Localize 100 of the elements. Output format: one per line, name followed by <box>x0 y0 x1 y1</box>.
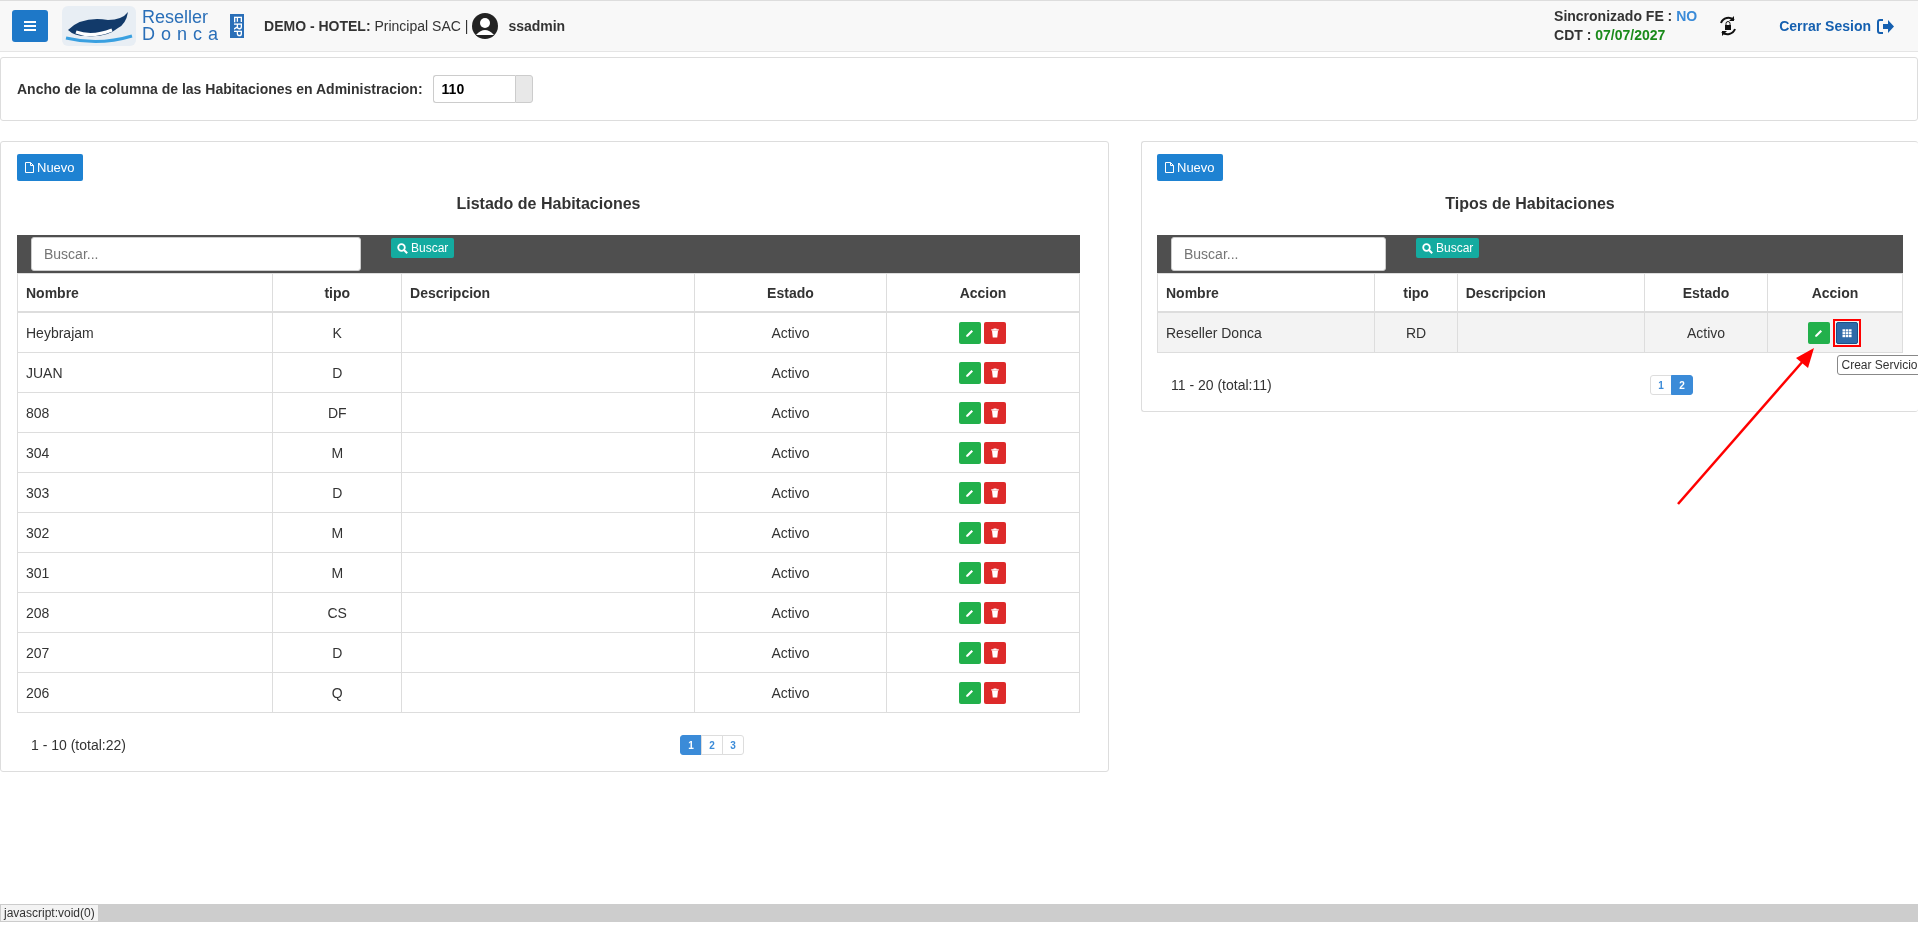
table-cell: Activo <box>694 352 887 393</box>
range-text: 11 - 20 (total:11) <box>1171 377 1273 393</box>
table-cell: M <box>272 432 402 473</box>
delete-button[interactable] <box>984 321 1007 344</box>
page-button[interactable]: 2 <box>1671 375 1693 395</box>
cdt-date: CDT : 07/07/2027 <box>1554 26 1667 45</box>
page-button[interactable]: 1 <box>1650 375 1672 395</box>
delete-button[interactable] <box>984 521 1007 544</box>
horizontal-scrollbar[interactable] <box>98 904 1918 922</box>
menu-button[interactable] <box>12 10 48 42</box>
delete-button[interactable] <box>984 601 1007 624</box>
trash-icon <box>989 366 1002 379</box>
trash-icon <box>989 646 1002 659</box>
search-icon <box>1422 242 1433 254</box>
sync-status: Sincronizado FE : NO <box>1554 7 1698 26</box>
logout-icon <box>1877 18 1894 34</box>
column-width-field[interactable]: 110 <box>432 75 515 103</box>
search-button[interactable]: Buscar <box>391 238 455 258</box>
logo-text: Reseller <box>142 9 210 26</box>
column-header: Nombre <box>17 273 273 312</box>
table-cell: Q <box>272 672 402 713</box>
search-field[interactable]: Buscar... <box>1171 237 1386 271</box>
table-cell: D <box>272 352 402 393</box>
edit-button[interactable] <box>959 561 982 584</box>
delete-button[interactable] <box>984 401 1007 424</box>
table-cell: 808 <box>17 392 273 433</box>
table-cell: M <box>272 552 402 593</box>
table-cell: 301 <box>17 552 273 593</box>
table-cell: M <box>272 512 402 553</box>
table-cell: 302 <box>17 512 273 553</box>
delete-button[interactable] <box>984 361 1007 384</box>
table-cell: K <box>272 312 402 353</box>
delete-button[interactable] <box>984 641 1007 664</box>
delete-button[interactable] <box>984 681 1007 704</box>
table-cell: Heybrajam <box>17 312 273 353</box>
status-url: javascript:void(0) <box>0 904 99 922</box>
table-title: Tipos de Habitaciones <box>1444 195 1616 213</box>
page-button[interactable]: 2 <box>701 735 723 755</box>
page-button[interactable]: 3 <box>722 735 744 755</box>
table-cell: D <box>272 472 402 513</box>
tooltip: Crear Servicio <box>1837 354 1918 375</box>
trash-icon <box>989 326 1002 339</box>
edit-button[interactable] <box>959 401 982 424</box>
delete-button[interactable] <box>984 481 1007 504</box>
page-button[interactable]: 1 <box>680 735 702 755</box>
trash-icon <box>989 526 1002 539</box>
logo-badge: ERP <box>230 13 245 39</box>
range-text: 1 - 10 (total:22) <box>31 737 127 753</box>
table-cell: Activo <box>694 312 887 353</box>
table-title: Listado de Habitaciones <box>455 195 642 213</box>
edit-button[interactable] <box>959 521 982 544</box>
trash-icon <box>989 686 1002 699</box>
delete-button[interactable] <box>984 441 1007 464</box>
trash-icon <box>989 486 1002 499</box>
trash-icon <box>989 406 1002 419</box>
table-cell: 303 <box>17 472 273 513</box>
table-cell: RD <box>1374 312 1458 353</box>
edit-button[interactable] <box>959 361 982 384</box>
table-cell: DF <box>272 392 402 433</box>
table-cell: 207 <box>17 632 273 673</box>
table-cell: Activo <box>694 592 887 633</box>
edit-button[interactable] <box>1808 321 1831 344</box>
edit-button[interactable] <box>959 441 982 464</box>
edit-button[interactable] <box>959 641 982 664</box>
column-width-label: Ancho de la columna de las Habitaciones en Administracion: <box>17 81 423 97</box>
table-cell: Activo <box>694 552 887 593</box>
avatar-icon <box>472 13 499 39</box>
document-icon <box>1165 162 1174 173</box>
logo-text: Donca <box>142 26 225 43</box>
column-header: tipo <box>272 273 402 312</box>
grid-icon <box>1841 326 1854 339</box>
column-header: Descripcion <box>401 273 695 312</box>
trash-icon <box>989 566 1002 579</box>
edit-button[interactable] <box>959 681 982 704</box>
table-cell: 304 <box>17 432 273 473</box>
search-field[interactable]: Buscar... <box>31 237 361 271</box>
table-cell: Activo <box>694 432 887 473</box>
table-cell: Activo <box>694 512 887 553</box>
whale-logo-icon <box>62 6 136 46</box>
table-cell: Activo <box>694 632 887 673</box>
column-header: Estado <box>694 273 887 312</box>
search-icon <box>397 242 408 254</box>
edit-button[interactable] <box>959 601 982 624</box>
delete-button[interactable] <box>984 561 1007 584</box>
edit-button[interactable] <box>959 481 982 504</box>
logout-link[interactable]: Cerrar Sesion <box>1779 18 1894 34</box>
company-text: DEMO - HOTEL: Principal SAC | <box>264 18 469 34</box>
new-button[interactable]: Nuevo <box>17 154 83 181</box>
table-cell: 206 <box>17 672 273 713</box>
table-cell: CS <box>272 592 402 633</box>
table-cell: Activo <box>694 472 887 513</box>
new-button[interactable]: Nuevo <box>1157 154 1223 181</box>
table-cell: Reseller Donca <box>1157 312 1375 353</box>
table-cell: 208 <box>17 592 273 633</box>
edit-button[interactable] <box>959 321 982 344</box>
table-cell: Activo <box>694 672 887 713</box>
table-cell: JUAN <box>17 352 273 393</box>
column-header: Accion <box>886 273 1080 312</box>
table-cell: D <box>272 632 402 673</box>
search-button[interactable]: Buscar <box>1416 238 1480 258</box>
